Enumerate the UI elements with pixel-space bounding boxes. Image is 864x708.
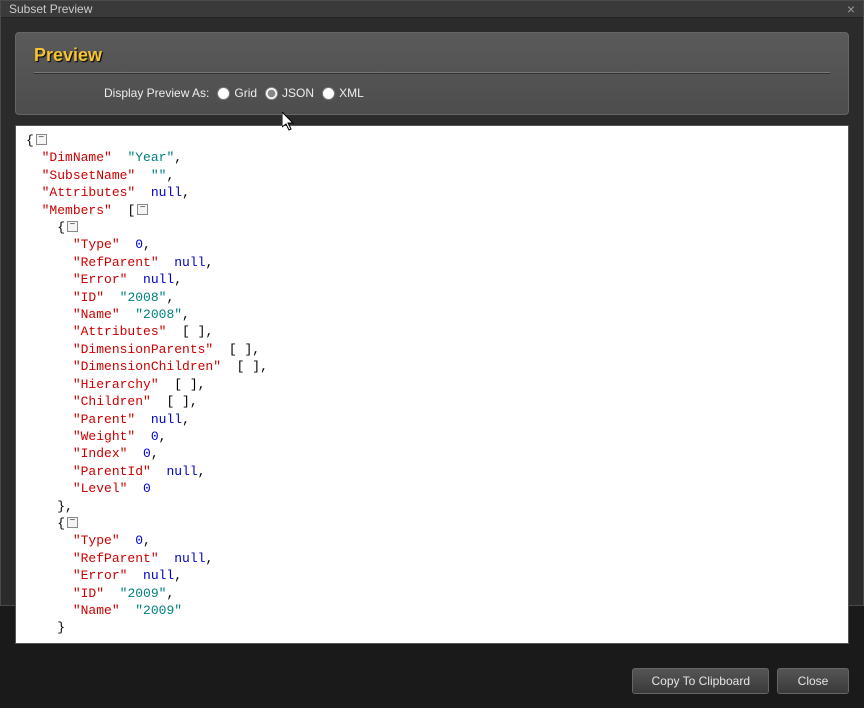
- collapse-toggle-icon[interactable]: −: [36, 134, 47, 145]
- close-button[interactable]: Close: [777, 668, 849, 694]
- json-preview-container: {− "DimName" "Year", "SubsetName" "", "A…: [15, 125, 849, 644]
- display-mode-row: Display Preview As: Grid JSON XML: [34, 86, 830, 100]
- radio-grid[interactable]: Grid: [217, 86, 257, 100]
- subset-preview-dialog: Subset Preview × Preview Display Preview…: [0, 0, 864, 606]
- collapse-toggle-icon[interactable]: −: [137, 204, 148, 215]
- dialog-title: Subset Preview: [9, 2, 92, 16]
- collapse-toggle-icon[interactable]: −: [67, 221, 78, 232]
- radio-json[interactable]: JSON: [265, 86, 314, 100]
- json-preview[interactable]: {− "DimName" "Year", "SubsetName" "", "A…: [16, 126, 848, 643]
- radio-grid-label: Grid: [234, 86, 257, 100]
- preview-title: Preview: [34, 45, 830, 66]
- copy-button[interactable]: Copy To Clipboard: [632, 668, 769, 694]
- titlebar: Subset Preview ×: [1, 1, 863, 18]
- dialog-footer: Copy To Clipboard Close: [1, 658, 863, 708]
- display-label: Display Preview As:: [104, 86, 209, 100]
- radio-json-label: JSON: [282, 86, 314, 100]
- preview-header-card: Preview Display Preview As: Grid JSON XM…: [15, 32, 849, 115]
- radio-xml-label: XML: [339, 86, 364, 100]
- radio-xml-input[interactable]: [322, 87, 335, 100]
- radio-json-input[interactable]: [265, 87, 278, 100]
- divider: [34, 72, 830, 74]
- collapse-toggle-icon[interactable]: −: [67, 517, 78, 528]
- close-icon[interactable]: ×: [847, 1, 855, 17]
- radio-xml[interactable]: XML: [322, 86, 364, 100]
- content: Preview Display Preview As: Grid JSON XM…: [1, 18, 863, 658]
- radio-grid-input[interactable]: [217, 87, 230, 100]
